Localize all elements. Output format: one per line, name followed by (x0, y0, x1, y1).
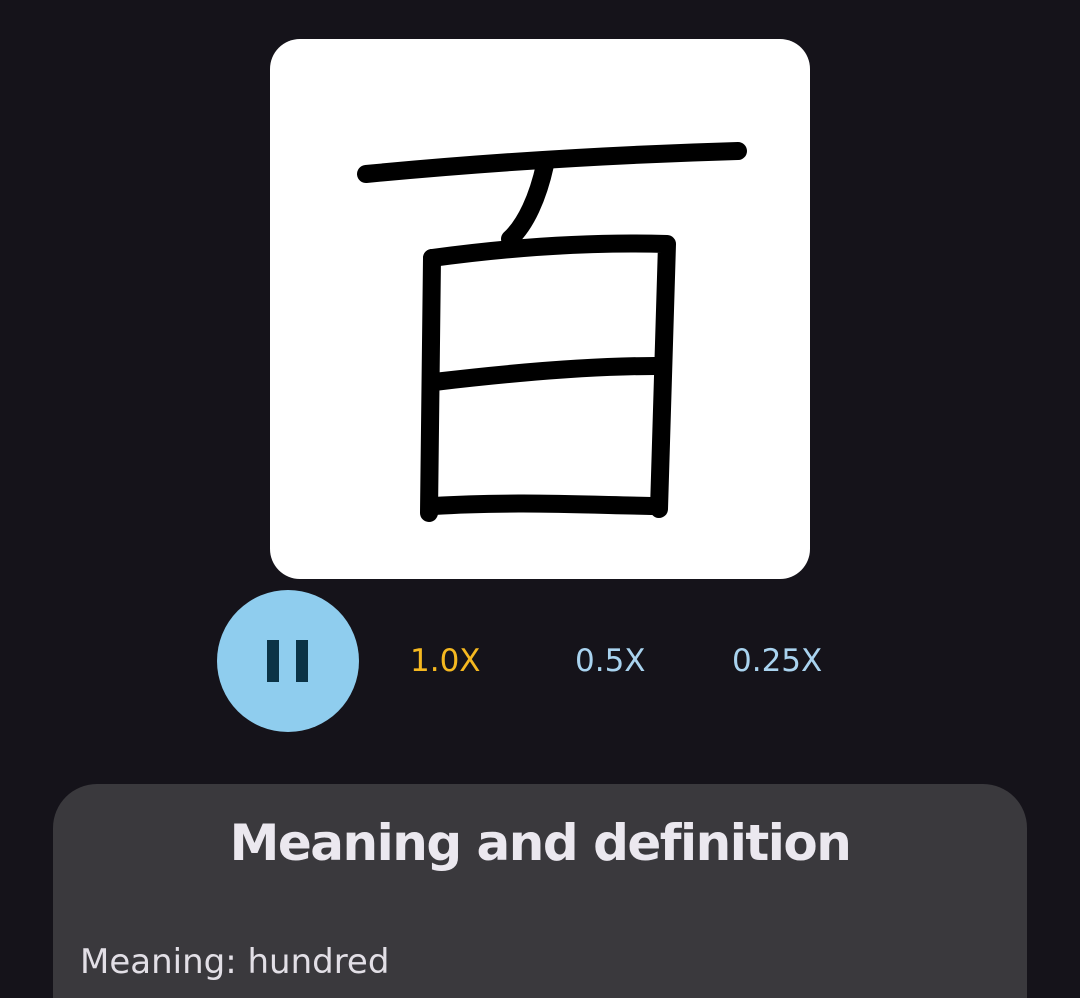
kanji-drawing (357, 142, 747, 522)
speed-option-0-25x[interactable]: 0.25X (732, 641, 822, 681)
definition-title: Meaning and definition (229, 814, 852, 872)
pause-icon (267, 640, 308, 682)
speed-option-0-5x[interactable]: 0.5X (575, 641, 646, 681)
meaning-text: Meaning: hundred (80, 942, 390, 982)
definition-card: Meaning and definition Meaning: hundred (53, 784, 1027, 998)
playback-controls: 1.0X 0.5X 0.25X (0, 590, 1080, 732)
speed-option-1x[interactable]: 1.0X (410, 641, 481, 681)
kanji-stroke-5 (425, 357, 664, 391)
kanji-stroke-6 (425, 494, 664, 515)
kanji-stroke-2 (501, 156, 554, 248)
pause-button[interactable] (217, 590, 359, 732)
kanji-detail-screen: 1.0X 0.5X 0.25X Meaning and definition M… (0, 0, 1080, 998)
kanji-stroke-animation (270, 39, 810, 579)
